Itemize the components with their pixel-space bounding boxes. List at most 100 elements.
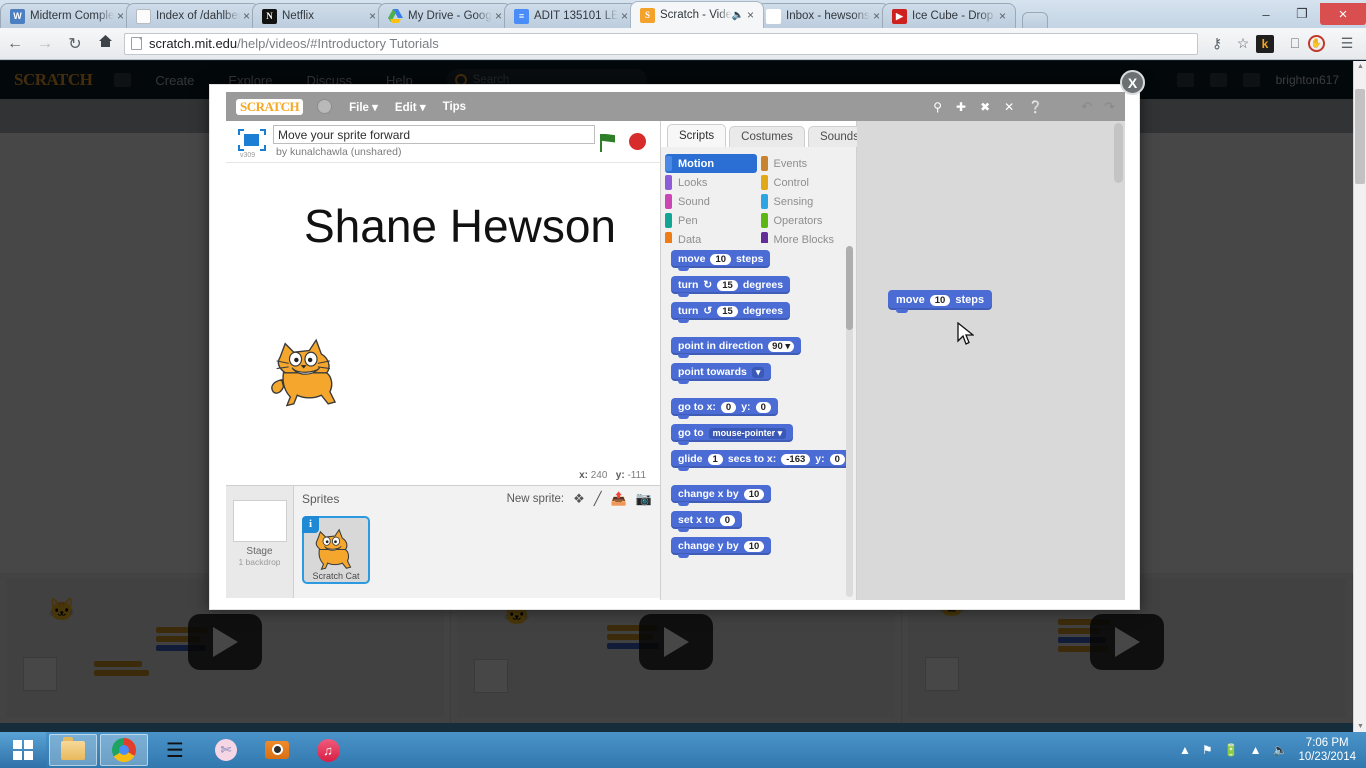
taskbar-audacity[interactable]: ☰: [151, 734, 199, 766]
cast-icon[interactable]: ⎕: [1282, 35, 1308, 52]
minimize-button[interactable]: –: [1248, 3, 1284, 25]
green-flag-icon[interactable]: [599, 132, 617, 152]
new-tab-button[interactable]: [1022, 12, 1048, 28]
category-events[interactable]: Events: [760, 154, 853, 173]
scroll-up-arrow[interactable]: ▲: [1357, 63, 1364, 70]
k-extension-icon[interactable]: k: [1256, 34, 1282, 53]
camera-sprite-icon[interactable]: 📷: [636, 491, 652, 507]
help-block-icon[interactable]: ❔: [1028, 100, 1043, 114]
block-number-input[interactable]: 15: [717, 279, 738, 291]
block-dropdown-input[interactable]: 90 ▾: [768, 340, 795, 352]
palette-block[interactable]: move 10 steps: [671, 250, 771, 271]
category-sound[interactable]: Sound: [665, 192, 757, 211]
tab-scripts[interactable]: Scripts: [667, 124, 727, 147]
scratch-cat-sprite[interactable]: [268, 335, 354, 409]
category-operators[interactable]: Operators: [760, 211, 853, 230]
block-palette[interactable]: move 10 steps turn ↻ 15 degrees turn ↺ 15 degrees p…: [661, 243, 856, 600]
palette-block[interactable]: go to mouse-pointer ▾: [671, 424, 794, 445]
video-player-frame[interactable]: SCRATCH File ▾ Edit ▾ Tips ⚲ ✚ ✖ ✕ ❔ ↶ ↷: [226, 92, 1125, 600]
reload-icon[interactable]: ↻: [60, 34, 90, 54]
canvas-scrollbar-thumb[interactable]: [1114, 123, 1123, 183]
palette-block[interactable]: turn ↻ 15 degrees: [671, 276, 791, 297]
upload-sprite-icon[interactable]: 📤: [611, 491, 627, 507]
grow-icon[interactable]: ✖: [980, 100, 990, 114]
undo-icon[interactable]: ↶: [1081, 99, 1092, 115]
browser-tab-my-drive[interactable]: My Drive - Google ×: [378, 3, 512, 28]
home-icon[interactable]: [90, 34, 120, 53]
tab-costumes[interactable]: Costumes: [729, 126, 805, 147]
browser-tab-ice-cube[interactable]: ▶ Ice Cube - Drop G ×: [882, 3, 1016, 28]
address-bar[interactable]: scratch.mit.edu /help/videos/#Introducto…: [124, 32, 1198, 55]
forward-icon[interactable]: →: [30, 35, 60, 53]
block-dropdown[interactable]: ▾: [751, 366, 765, 378]
block-number-input[interactable]: 10: [743, 488, 765, 500]
close-icon[interactable]: ×: [744, 9, 757, 21]
scrollbar-thumb[interactable]: [1355, 89, 1365, 184]
menu-edit[interactable]: Edit ▾: [395, 100, 426, 114]
stage-selector-icon[interactable]: v309: [238, 128, 266, 159]
block-number-input[interactable]: -163: [781, 453, 811, 465]
clock[interactable]: 7:06 PM 10/23/2014: [1298, 736, 1356, 765]
stamp-duplicate-icon[interactable]: ⚲: [933, 100, 942, 114]
scripts-canvas[interactable]: move 10 steps: [857, 121, 1125, 600]
taskbar-itunes[interactable]: ♫: [304, 734, 352, 766]
browser-tab-midterm[interactable]: W Midterm Complet ×: [0, 3, 134, 28]
close-icon[interactable]: ×: [996, 10, 1009, 22]
maximize-button[interactable]: ❐: [1284, 3, 1320, 25]
start-button[interactable]: [0, 732, 46, 768]
palette-block[interactable]: change x by 10: [671, 485, 772, 506]
category-motion[interactable]: Motion: [665, 154, 757, 173]
menu-tips[interactable]: Tips: [443, 101, 466, 113]
block-number-input[interactable]: 10: [743, 540, 765, 552]
scroll-down-arrow[interactable]: ▼: [1357, 723, 1364, 730]
shrink-icon[interactable]: ✕: [1004, 100, 1014, 114]
key-icon[interactable]: ⚷: [1204, 35, 1230, 52]
block-dropdown[interactable]: mouse-pointer ▾: [708, 427, 787, 439]
palette-block[interactable]: go to x: 0 y: 0: [671, 398, 778, 419]
sprite-library-icon[interactable]: ❖: [573, 491, 585, 507]
redo-icon[interactable]: ↷: [1104, 99, 1115, 115]
project-title-input[interactable]: [273, 125, 595, 144]
page-info-icon[interactable]: [131, 37, 142, 50]
block-number-input[interactable]: 0: [720, 401, 737, 413]
palette-block[interactable]: turn ↺ 15 degrees: [671, 302, 791, 323]
paint-new-sprite-icon[interactable]: ╱: [594, 491, 602, 507]
close-window-button[interactable]: ×: [1320, 3, 1366, 25]
scratch-logo[interactable]: SCRATCH: [236, 98, 304, 115]
category-sensing[interactable]: Sensing: [760, 192, 853, 211]
palette-scrollbar-thumb[interactable]: [846, 246, 853, 330]
page-scrollbar[interactable]: ▲ ▼: [1353, 61, 1366, 732]
stage-thumbnail[interactable]: [232, 500, 287, 542]
network-wifi-icon[interactable]: ▲: [1250, 743, 1262, 757]
category-pen[interactable]: Pen: [665, 211, 757, 230]
taskbar-camera-app[interactable]: [253, 734, 301, 766]
language-globe-icon[interactable]: [317, 99, 333, 114]
browser-tab-adit-lect[interactable]: ≡ ADIT 135101 LECT ×: [504, 3, 638, 28]
category-control[interactable]: Control: [760, 173, 853, 192]
stage-thumbnail-column[interactable]: Stage 1 backdrop: [226, 486, 294, 598]
close-modal-button[interactable]: X: [1120, 70, 1145, 95]
sprite-tile-scratch-cat[interactable]: i Scratch Cat: [302, 516, 370, 584]
back-icon[interactable]: ←: [0, 35, 30, 53]
taskbar-file-explorer[interactable]: [49, 734, 97, 766]
sprite-info-badge[interactable]: i: [302, 516, 319, 533]
block-number-input[interactable]: 0: [719, 514, 736, 526]
stop-sign-icon[interactable]: [629, 133, 646, 150]
block-number-input[interactable]: 1: [707, 453, 723, 465]
battery-icon[interactable]: 🔋: [1224, 743, 1239, 757]
browser-tab-scratch-video[interactable]: S Scratch - Video 🔈 ×: [630, 1, 764, 28]
star-bookmark-icon[interactable]: ☆: [1230, 35, 1256, 52]
block-number-input[interactable]: 0: [755, 401, 771, 413]
menu-file[interactable]: File ▾: [349, 100, 378, 114]
tab-audio-playing-icon[interactable]: 🔈: [732, 10, 744, 21]
script-block-move-steps[interactable]: move 10 steps: [888, 290, 993, 313]
block-number-input[interactable]: 10: [710, 253, 732, 265]
scissors-delete-icon[interactable]: ✚: [956, 100, 966, 114]
volume-icon[interactable]: 🔈: [1272, 743, 1287, 757]
browser-tab-netflix[interactable]: N Netflix ×: [252, 3, 386, 28]
taskbar-google-chrome[interactable]: [100, 734, 148, 766]
stage-area[interactable]: Shane Hewson x: 240 y: -111: [226, 162, 660, 485]
block-number-input[interactable]: 0: [829, 453, 845, 465]
palette-block[interactable]: change y by 10: [671, 537, 772, 558]
palette-block[interactable]: glide 1 secs to x: -163 y: 0: [671, 450, 852, 471]
